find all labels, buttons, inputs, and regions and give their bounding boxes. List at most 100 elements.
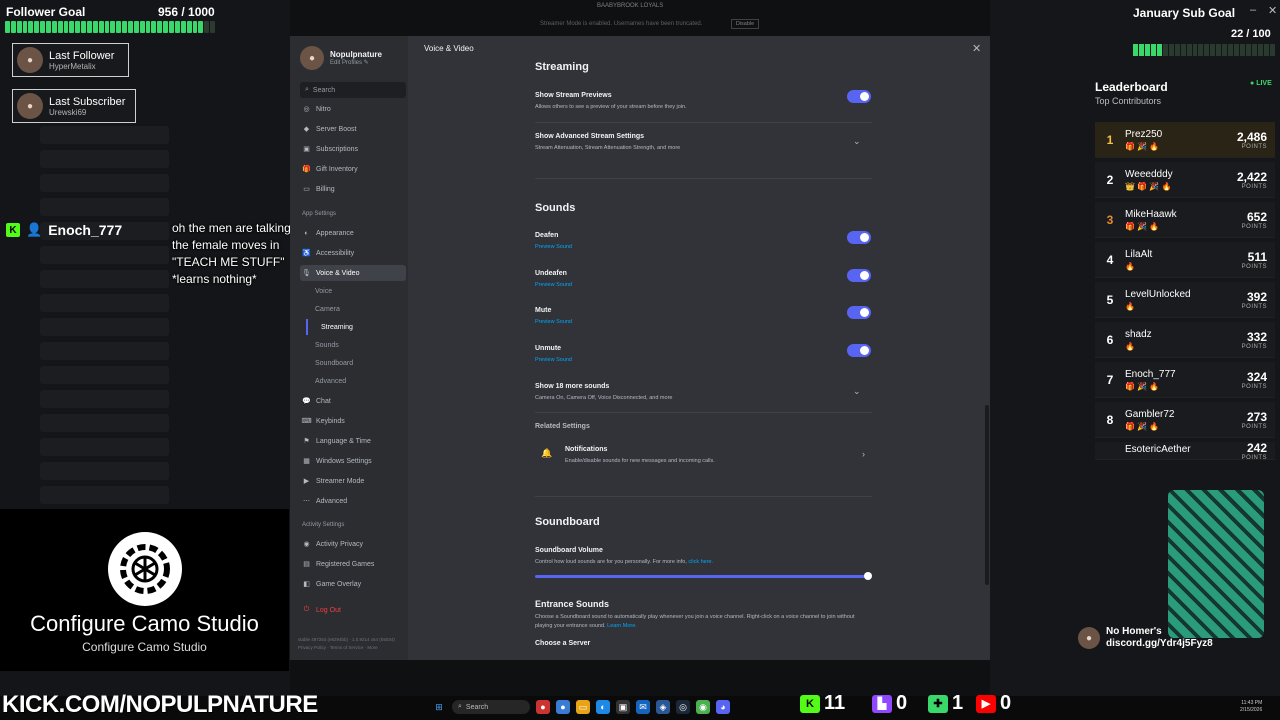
preview-sound-link[interactable]: Preview Sound [535,319,572,325]
sidebar-item-windows-settings[interactable]: ▦ Windows Settings [300,453,406,469]
sidebar-subitem-advanced[interactable]: Advanced [300,373,406,389]
chat-icon: 💬 [302,398,311,405]
slider-handle[interactable] [864,572,872,580]
app-icon[interactable]: ● [536,700,550,714]
edit-profiles-link[interactable]: Edit Profiles ✎ [330,59,382,66]
sidebar-item-billing[interactable]: ▭ Billing [300,181,406,197]
progress-segment [186,21,192,33]
more-sounds-desc: Camera On, Camera Off, Voice Disconnecte… [535,395,673,401]
show-stream-previews-desc: Allows others to see a preview of your s… [535,104,687,110]
progress-segment [210,21,215,33]
preview-sound-link[interactable]: Preview Sound [535,282,572,288]
kick-stat: K 11 [800,692,845,715]
app-icon[interactable]: ● [556,700,570,714]
sidebar-subitem-camera[interactable]: Camera [300,301,406,317]
progress-segment [1150,44,1156,56]
sidebar-item-activity-privacy[interactable]: ◉ Activity Privacy [300,536,406,552]
badges-icon: 🎁 🎉 🔥 [1125,141,1160,151]
app-icon[interactable]: ▣ [616,700,630,714]
search-input[interactable]: ⌕ Search [300,82,406,98]
advanced-icon: ⋯ [303,498,310,505]
progress-segment [1162,44,1168,56]
sound-unmute-title: Unmute [535,344,562,352]
logout-button[interactable]: ⏻ Log Out [300,602,406,618]
microphone-icon: 🎙 [302,270,311,277]
accessibility-icon: ♿ [302,250,311,257]
sidebar-item-chat[interactable]: 💬 Chat [300,393,406,409]
learn-more-link[interactable]: Learn More. [607,623,637,629]
sound-deafen-toggle[interactable] [847,231,871,244]
chevron-down-icon[interactable]: ⌄ [853,386,861,397]
show-stream-previews-toggle[interactable] [847,90,871,103]
notifications-link-title[interactable]: Notifications [565,446,607,453]
sidebar-item-keybinds[interactable]: ⌨ Keybinds [300,413,406,429]
leaderboard-rank: 3 [1106,212,1114,227]
sidebar-item-voice-video[interactable]: 🎙 Voice & Video [300,265,406,281]
sidebar-item-appearance[interactable]: ◐ Appearance [300,225,406,241]
disable-streamer-mode-button[interactable]: Disable [731,19,759,29]
leaderboard-points: 242 POINTS [1241,442,1267,460]
sidebar-item-language-time[interactable]: ⚑ Language & Time [300,433,406,449]
sidebar-subitem-voice[interactable]: Voice [300,283,406,299]
app-icon[interactable]: ◈ [656,700,670,714]
folder-icon[interactable]: ▭ [576,700,590,714]
youtube-stat: ▶ 0 [976,692,1011,715]
progress-segment [204,21,210,33]
leaderboard-row: 8 Gambler72 🎁 🎉 🔥 273 POINTS [1095,402,1275,438]
more-sounds-title: Show 18 more sounds [535,383,610,390]
leaderboard-subtitle: Top Contributors [1095,96,1162,106]
click-here-link[interactable]: click here. [688,559,713,565]
chevron-right-icon[interactable]: › [862,449,865,459]
sound-mute-toggle[interactable] [847,306,871,319]
follower-goal-title: Follower Goal [6,5,86,19]
progress-segment [180,21,186,33]
chevron-down-icon[interactable]: ⌄ [853,136,861,147]
soundboard-volume-desc: Control how loud sounds are for you pers… [535,559,714,565]
sidebar-item-game-overlay[interactable]: ◧ Game Overlay [300,576,406,592]
leaderboard-points: 324 POINTS [1241,369,1267,390]
search-icon: ⌕ [458,703,462,710]
close-icon[interactable]: ✕ [1268,4,1277,17]
browser-icon[interactable]: ◐ [596,700,610,714]
sidebar-subitem-sounds[interactable]: Sounds [300,337,406,353]
sidebar-item-accessibility[interactable]: ♿ Accessibility [300,245,406,261]
user-profile[interactable]: ● Nopulpnature Edit Profiles ✎ [300,46,382,70]
sound-unmute-toggle[interactable] [847,343,871,357]
sidebar-item-registered-games[interactable]: ▤ Registered Games [300,556,406,572]
preview-sound-link[interactable]: Preview Sound [535,357,572,363]
sound-undeafen-toggle[interactable] [847,268,871,282]
minimize-icon[interactable]: – [1250,4,1256,16]
sidebar-item-nitro[interactable]: ◎ Nitro [300,101,406,117]
notifications-link-desc: Enable/disable sounds for new messages a… [565,458,715,464]
taskbar-search[interactable]: ⌕ Search [452,700,530,714]
settings-scrollbar[interactable] [985,405,989,585]
sidebar-item-server-boost[interactable]: ◆ Server Boost [300,121,406,137]
subscriptions-icon: ▣ [303,146,310,153]
leaderboard-rank: 5 [1106,292,1114,307]
leaderboard-name: MikeHaawk 🎁 🎉 🔥 [1125,209,1242,231]
sidebar-item-streamer-mode[interactable]: ▶ Streamer Mode [300,473,406,489]
soundboard-volume-slider[interactable] [535,575,868,578]
sidebar-item-advanced[interactable]: ⋯ Advanced [300,493,406,509]
sidebar-item-gift-inventory[interactable]: 🎁 Gift Inventory [300,161,406,177]
progress-segment [1180,44,1186,56]
app-icon[interactable]: ✉ [636,700,650,714]
chrome-icon[interactable]: ◉ [696,700,710,714]
leaderboard-row: 7 Enoch_777 🎁 🎉 🔥 324 POINTS [1095,362,1275,398]
windows-start-icon[interactable]: ⊞ [432,700,446,714]
sidebar-item-subscriptions[interactable]: ▣ Subscriptions [300,141,406,157]
steam-icon[interactable]: ◎ [676,700,690,714]
nitro-icon: ◎ [303,106,310,113]
overlay-icon: ◧ [303,581,310,588]
avatar: ● [17,93,43,119]
last-follower-name: HyperMetalix [49,61,96,71]
preview-sound-link[interactable]: Preview Sound [535,244,572,250]
sidebar-subitem-soundboard[interactable]: Soundboard [300,355,406,371]
sidebar-subitem-streaming[interactable]: Streaming [306,319,406,335]
discord-icon[interactable]: ◕ [716,700,730,714]
last-subscriber-name: Urewski69 [49,107,87,117]
games-icon: ▤ [303,561,310,568]
close-settings-icon[interactable]: ✕ [972,42,981,55]
streamer-mode-message: Streamer Mode is enabled. Usernames have… [540,21,703,27]
activity-settings-category: Activity Settings [302,522,345,528]
